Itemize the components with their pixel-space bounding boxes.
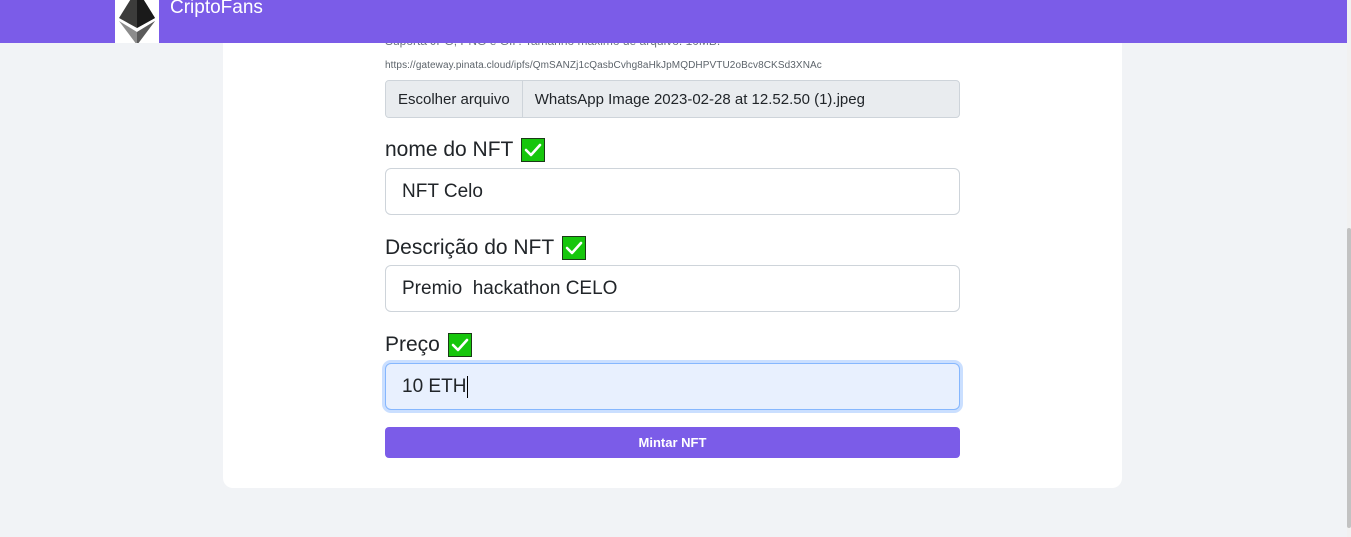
ipfs-url: https://gateway.pinata.cloud/ipfs/QmSANZ… [385,60,822,71]
brand-name[interactable]: CriptoFans [170,0,263,19]
nft-description-input[interactable]: Premio hackathon CELO [385,265,960,312]
mint-form-card [223,0,1122,488]
nft-description-value: Premio hackathon CELO [402,277,618,299]
top-navbar: CriptoFans [0,0,1347,43]
nft-name-value: NFT Celo [402,180,483,202]
check-mark-button-icon [562,236,587,260]
nft-price-value: 10 ETH [402,375,467,397]
file-upload-input[interactable]: Escolher arquivo WhatsApp Image 2023-02-… [385,80,960,118]
nft-name-label-text: nome do NFT [385,138,514,161]
scrollbar-thumb[interactable] [1347,228,1351,528]
check-mark-button-icon [447,333,472,357]
ethereum-logo-icon[interactable] [115,0,159,43]
nft-name-input[interactable]: NFT Celo [385,168,960,215]
nft-description-label: Descrição do NFT [385,236,587,260]
text-caret [467,375,469,398]
choose-file-button[interactable]: Escolher arquivo [386,81,523,117]
selected-file-name: WhatsApp Image 2023-02-28 at 12.52.50 (1… [534,90,865,108]
check-mark-button-icon [521,138,546,162]
mint-nft-button[interactable]: Mintar NFT [385,427,960,458]
nft-price-label: Preço [385,333,472,357]
nft-name-label: nome do NFT [385,138,546,162]
nft-price-label-text: Preço [385,333,440,356]
nft-price-input[interactable]: 10 ETH [385,363,960,410]
nft-description-label-text: Descrição do NFT [385,236,555,259]
